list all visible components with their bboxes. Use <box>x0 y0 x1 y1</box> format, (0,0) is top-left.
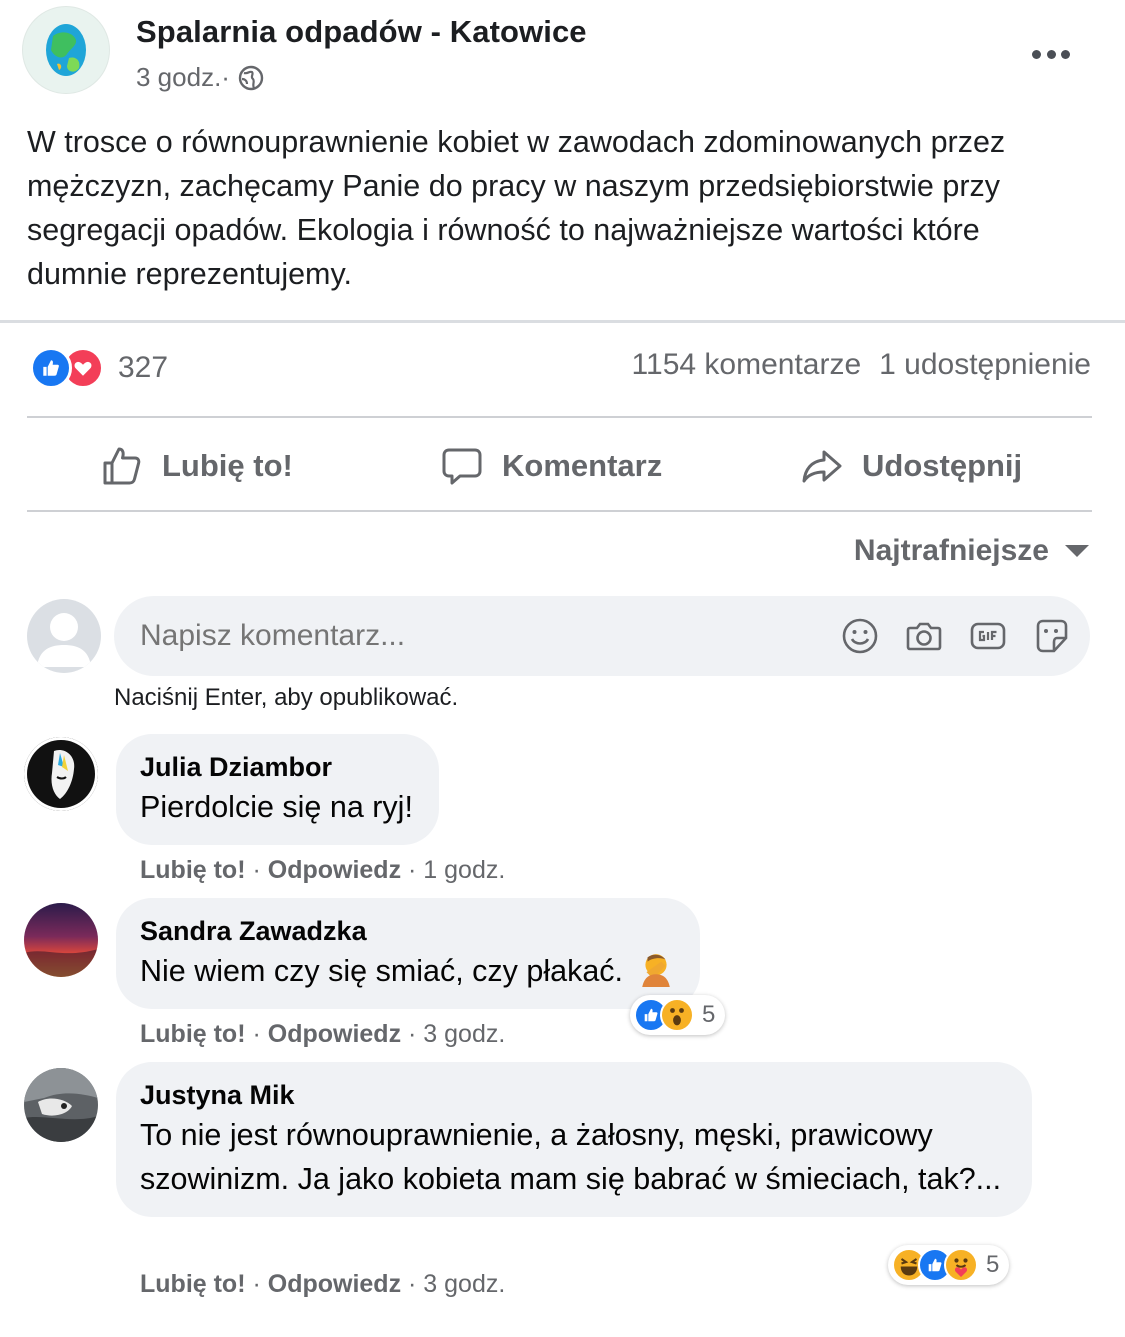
comments-count[interactable]: 1154 komentarze <box>632 348 862 382</box>
comment-time[interactable]: 3 godz. <box>423 1020 505 1048</box>
comment-author[interactable]: Julia Dziambor <box>140 752 413 783</box>
post-stats: 1154 komentarze 1 udostępnienie <box>632 348 1091 382</box>
like-button[interactable]: Lubię to! <box>100 438 293 494</box>
reaction-count: 5 <box>986 1251 1000 1278</box>
comment-reply-button[interactable]: Odpowiedz <box>268 856 401 884</box>
dot-icon <box>1046 49 1056 59</box>
reaction-count: 327 <box>118 351 169 384</box>
comment-actions: Lubię to! · Odpowiedz · 3 godz. <box>140 1270 506 1298</box>
current-user-avatar[interactable] <box>27 599 101 673</box>
dot-icon <box>1032 49 1041 59</box>
comment-reactions[interactable]: 5 <box>630 995 726 1035</box>
commenter-avatar[interactable] <box>24 903 98 977</box>
commenter-avatar[interactable] <box>24 1068 98 1142</box>
page-avatar[interactable] <box>22 6 110 94</box>
comment-like-button[interactable]: Lubię to! <box>140 856 246 884</box>
profile-picture-icon <box>24 737 98 811</box>
comment-bubble: Julia Dziambor Pierdolcie się na ryj! <box>116 734 439 845</box>
composer-tools <box>840 616 1072 656</box>
comment-reply-button[interactable]: Odpowiedz <box>268 1270 401 1298</box>
camera-icon[interactable] <box>904 616 944 656</box>
comment-author[interactable]: Justyna Mik <box>140 1080 1006 1111</box>
comment-text: Nie wiem czy się smiać, czy płakać. <box>140 949 674 993</box>
comment-reply-button[interactable]: Odpowiedz <box>268 1020 401 1048</box>
caret-down-icon <box>1065 545 1089 557</box>
emoji-icon[interactable] <box>840 616 880 656</box>
share-label: Udostępnij <box>862 448 1023 483</box>
meta-separator: · <box>221 62 230 92</box>
comment-author[interactable]: Sandra Zawadzka <box>140 916 674 947</box>
reaction-count: 5 <box>702 1001 716 1028</box>
comment-reactions[interactable]: 5 <box>888 1245 1010 1285</box>
facepalm-emoji-icon <box>641 954 670 987</box>
sticker-icon[interactable] <box>1032 616 1072 656</box>
comment-text: To nie jest równouprawnienie, a żałosny,… <box>140 1118 1002 1196</box>
facebook-post: Spalarnia odpadów - Katowice 3 godz. · W… <box>0 0 1125 1337</box>
comment-actions: Lubię to! · Odpowiedz · 1 godz. <box>140 856 506 884</box>
share-icon <box>802 450 842 483</box>
comment-button[interactable]: Komentarz <box>440 438 662 494</box>
default-avatar-icon <box>37 613 91 667</box>
comment-label: Komentarz <box>502 448 663 483</box>
gif-icon[interactable] <box>968 616 1008 656</box>
comment-composer <box>114 596 1090 676</box>
comment-input[interactable] <box>140 596 820 676</box>
comment-text-content: Nie wiem czy się smiać, czy płakać. <box>140 954 624 988</box>
profile-picture-icon <box>24 1068 98 1142</box>
page-name[interactable]: Spalarnia odpadów - Katowice <box>136 14 587 50</box>
comment-time[interactable]: 1 godz. <box>423 856 505 884</box>
thumbs-up-icon <box>103 447 141 485</box>
comment-like-button[interactable]: Lubię to! <box>140 1270 246 1298</box>
comment-sort-dropdown[interactable]: Najtrafniejsze <box>854 534 1089 568</box>
dot-icon <box>1061 49 1070 59</box>
post-meta: 3 godz. · <box>136 62 264 93</box>
globe-icon <box>238 65 264 90</box>
comment-bubble: Justyna Mik To nie jest równouprawnienie… <box>116 1062 1032 1217</box>
profile-picture-icon <box>24 903 98 977</box>
like-label: Lubię to! <box>162 448 293 483</box>
comment-icon <box>442 448 482 485</box>
globe-logo-icon <box>46 24 86 76</box>
commenter-avatar[interactable] <box>24 737 98 811</box>
comment-bubble: Sandra Zawadzka Nie wiem czy się smiać, … <box>116 898 700 1009</box>
comment-actions: Lubię to! · Odpowiedz · 3 godz. <box>140 1020 506 1048</box>
wow-icon <box>660 998 694 1032</box>
divider <box>27 510 1092 512</box>
post-time[interactable]: 3 godz. <box>136 62 221 93</box>
post-text: W trosce o równouprawnienie kobiet w zaw… <box>27 125 1006 291</box>
reaction-summary[interactable]: 327 <box>30 346 168 390</box>
shares-count[interactable]: 1 udostępnienie <box>879 348 1091 382</box>
comment-text: Pierdolcie się na ryj! <box>140 790 413 824</box>
more-options-button[interactable] <box>1026 36 1076 72</box>
care-icon <box>944 1248 978 1282</box>
comment-time[interactable]: 3 godz. <box>423 1270 505 1298</box>
like-icon <box>30 347 72 389</box>
share-button[interactable]: Udostępnij <box>800 438 1022 494</box>
comment-like-button[interactable]: Lubię to! <box>140 1020 246 1048</box>
divider <box>27 416 1092 418</box>
divider <box>0 320 1125 323</box>
sort-label: Najtrafniejsze <box>853 534 1049 567</box>
composer-hint: Naciśnij Enter, aby opublikować. <box>114 684 459 711</box>
